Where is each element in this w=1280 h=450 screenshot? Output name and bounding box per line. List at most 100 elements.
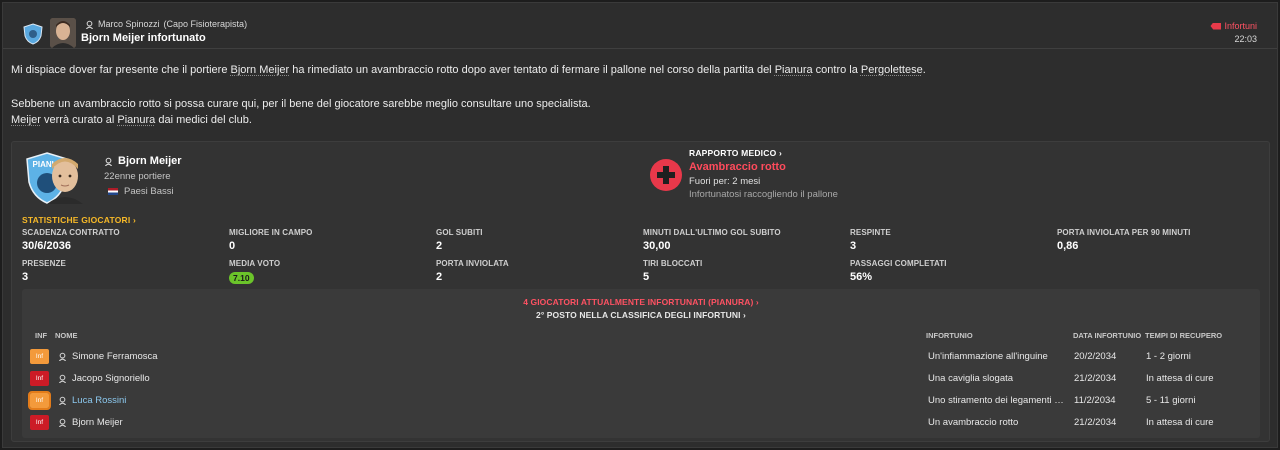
stat-label: MEDIA VOTO [229, 259, 281, 268]
row-injury: Una caviglia slogata [928, 373, 1014, 384]
row-injury: Un'infiammazione all'inguine [928, 351, 1048, 362]
stat-value: 56% [850, 271, 873, 283]
injury-severity-chip: Inf [30, 349, 49, 364]
person-icon [58, 396, 67, 405]
message-body: Mi dispiace dover far presente che il po… [11, 62, 926, 129]
person-face-icon [50, 18, 76, 48]
nationality-label: Paesi Bassi [124, 186, 174, 197]
club-badge-icon[interactable] [23, 23, 43, 45]
person-icon [58, 352, 67, 361]
category-badge[interactable]: Infortuni [1210, 21, 1257, 31]
column-header-date[interactable]: DATA INFORTUNIO [1073, 331, 1141, 340]
message-paragraph-3: Meijer verrà curato al Pianura dai medic… [11, 112, 926, 129]
message-window: Marco Spinozzi (Capo Fisioterapista) Bjo… [2, 2, 1278, 448]
stat-label: MINUTI DALL'ULTIMO GOL SUBITO [643, 228, 781, 237]
stat-value: 30/6/2036 [22, 240, 71, 252]
column-header-recovery[interactable]: TEMPI DI RECUPERO [1145, 331, 1222, 340]
injury-severity-chip: Inf [28, 391, 51, 410]
row-injury: Un avambraccio rotto [928, 417, 1019, 428]
opponent-link[interactable]: Pergolettese [861, 64, 923, 76]
stat-label: PRESENZE [22, 259, 66, 268]
injury-severity-chip: Inf [30, 415, 49, 430]
row-player-name: Luca Rossini [72, 395, 127, 406]
column-header-name[interactable]: NOME [55, 331, 78, 340]
player-photo[interactable] [39, 152, 85, 204]
table-row[interactable]: Inf Jacopo Signoriello Una caviglia slog… [22, 368, 1260, 390]
stat-value: 3 [22, 271, 29, 283]
injury-name: Avambraccio rotto [689, 161, 786, 173]
stat-value: 0,86 [1057, 240, 1079, 252]
stat-value: 0 [229, 240, 236, 252]
row-player[interactable]: Bjorn Meijer [58, 417, 123, 428]
player-age-position: 22enne portiere [104, 171, 171, 182]
text: ha rimediato un avambraccio rotto dopo a… [289, 64, 775, 76]
netherlands-flag-icon [108, 188, 118, 195]
club-link[interactable]: Pianura [117, 114, 155, 126]
row-recovery: In attesa di cure [1146, 373, 1214, 384]
table-row[interactable]: Inf Simone Ferramosca Un'infiammazione a… [22, 346, 1260, 368]
player-stats-link[interactable]: STATISTICHE GIOCATORI › [22, 215, 136, 225]
stat-label: PASSAGGI COMPLETATI [850, 259, 947, 268]
column-header-injury[interactable]: INFORTUNIO [926, 331, 973, 340]
person-icon [58, 418, 67, 427]
stat-label: PORTA INVIOLATA [436, 259, 509, 268]
sender-role: (Capo Fisioterapista) [163, 19, 248, 29]
stat-player-of-match: MIGLIORE IN CAMPO 0 [229, 228, 312, 252]
player-name-row[interactable]: Bjorn Meijer [104, 155, 182, 167]
message-paragraph-1: Mi dispiace dover far presente che il po… [11, 62, 926, 79]
club-link[interactable]: Pianura [775, 64, 813, 76]
row-date: 20/2/2034 [1074, 351, 1117, 362]
rating-pill: 7.10 [229, 272, 254, 284]
person-icon [58, 374, 67, 383]
stat-clean-sheets: PORTA INVIOLATA 2 [436, 259, 509, 283]
stat-clean-sheets-per-90: PORTA INVIOLATA PER 90 MINUTI 0,86 [1057, 228, 1190, 252]
injured-count-link[interactable]: 4 GIOCATORI ATTUALMENTE INFORTUNATI (PIA… [22, 297, 1260, 307]
category-label: Infortuni [1224, 21, 1257, 31]
stat-saves: RESPINTE 3 [850, 228, 891, 252]
row-player[interactable]: Jacopo Signoriello [58, 373, 150, 384]
stat-label: TIRI BLOCCATI [643, 259, 703, 268]
injured-players-panel: 4 GIOCATORI ATTUALMENTE INFORTUNATI (PIA… [22, 289, 1260, 438]
medical-cross-icon [650, 159, 682, 191]
text: verrà curato al [40, 114, 118, 126]
row-player-name: Simone Ferramosca [72, 351, 158, 362]
row-date: 21/2/2034 [1074, 373, 1117, 384]
stat-passes-completed: PASSAGGI COMPLETATI 56% [850, 259, 947, 283]
stat-value: 30,00 [643, 240, 671, 252]
stat-label: MIGLIORE IN CAMPO [229, 228, 313, 237]
row-date: 11/2/2034 [1074, 395, 1116, 406]
stat-label: PORTA INVIOLATA PER 90 MINUTI [1057, 228, 1191, 237]
table-row[interactable]: Inf Bjorn Meijer Un avambraccio rotto 21… [22, 412, 1260, 434]
stat-value: 3 [850, 240, 857, 252]
row-player[interactable]: Luca Rossini [58, 395, 126, 406]
text: contro la [812, 64, 861, 76]
sender-name[interactable]: Marco Spinozzi [98, 19, 160, 29]
sender-avatar[interactable] [50, 18, 76, 48]
stat-value: 2 [436, 271, 443, 283]
player-link[interactable]: Meijer [11, 114, 41, 126]
stat-label: SCADENZA CONTRATTO [22, 228, 120, 237]
row-player-name: Jacopo Signoriello [72, 373, 150, 384]
row-player-name: Bjorn Meijer [72, 417, 123, 428]
stat-appearances: PRESENZE 3 [22, 259, 66, 283]
row-recovery: 5 - 11 giorni [1146, 395, 1196, 406]
injury-report-card: PIANU Bjorn Meijer 22enne portiere Paesi… [11, 141, 1270, 442]
injury-rank-link[interactable]: 2° POSTO NELLA CLASSIFICA DEGLI INFORTUN… [22, 310, 1260, 320]
person-icon [85, 20, 94, 29]
player-nationality[interactable]: Paesi Bassi [108, 186, 174, 197]
stat-minutes-since-goal: MINUTI DALL'ULTIMO GOL SUBITO 30,00 [643, 228, 781, 252]
table-row[interactable]: Inf Luca Rossini Uno stiramento dei lega… [22, 390, 1260, 412]
stat-contract-expiry: SCADENZA CONTRATTO 30/6/2036 [22, 228, 120, 252]
row-recovery: 1 - 2 giorni [1146, 351, 1191, 362]
stat-shots-blocked: TIRI BLOCCATI 5 [643, 259, 702, 283]
message-paragraph-2: Sebbene un avambraccio rotto si possa cu… [11, 97, 591, 110]
row-player[interactable]: Simone Ferramosca [58, 351, 158, 362]
player-link[interactable]: Bjorn Meijer [231, 64, 290, 76]
text: . [922, 64, 926, 76]
text: Mi dispiace dover far presente che il po… [11, 64, 231, 76]
medical-report-link[interactable]: RAPPORTO MEDICO › [689, 148, 782, 158]
injury-duration: Fuori per: 2 mesi [689, 176, 761, 187]
column-header-inf[interactable]: INF [35, 331, 47, 340]
stat-label: RESPINTE [850, 228, 891, 237]
stat-value: 5 [643, 271, 650, 283]
